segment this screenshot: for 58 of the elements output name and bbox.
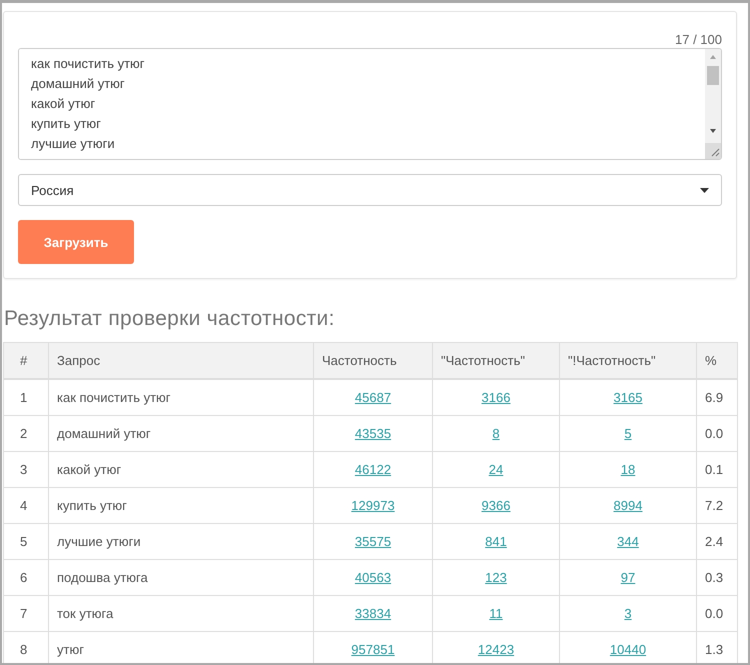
frequency-link[interactable]: 5	[624, 426, 632, 441]
frequency-link[interactable]: 957851	[351, 642, 395, 657]
table-cell: какой утюг	[48, 452, 314, 488]
table-cell: 4	[4, 488, 48, 524]
submit-button[interactable]: Загрузить	[18, 220, 134, 264]
frequency-link[interactable]: 3165	[614, 390, 642, 405]
frequency-link[interactable]: 12423	[478, 642, 514, 657]
frequency-link[interactable]: 97	[620, 570, 636, 585]
frequency-link[interactable]: 35575	[354, 534, 392, 549]
table-cell: 0.1	[696, 452, 738, 488]
frequency-link[interactable]: 24	[488, 462, 504, 477]
table-cell: 8	[4, 632, 48, 663]
column-header: "Частотность"	[432, 342, 560, 379]
frequency-link[interactable]: 43535	[354, 426, 392, 441]
table-cell: как почистить утюг	[48, 379, 314, 416]
table-cell: 3	[4, 452, 48, 488]
frequency-link[interactable]: 129973	[351, 498, 395, 513]
column-header: "!Частотность"	[560, 342, 696, 379]
column-header: Частотность	[314, 342, 432, 379]
frequency-link[interactable]: 40563	[354, 570, 392, 585]
frequency-link[interactable]: 9366	[482, 498, 510, 513]
region-select[interactable]: Россия	[18, 174, 722, 206]
table-cell: 0.3	[696, 560, 738, 596]
frequency-link[interactable]: 3	[624, 606, 632, 621]
frequency-link[interactable]: 45687	[354, 390, 392, 405]
scrollbar[interactable]	[705, 49, 721, 159]
frequency-link[interactable]: 344	[617, 534, 639, 549]
caret-icon	[700, 188, 709, 192]
results-heading: Результат проверки частотности:	[4, 307, 336, 331]
table-cell: 7.2	[696, 488, 738, 524]
frequency-link[interactable]: 46122	[354, 462, 392, 477]
frequency-link[interactable]: 3166	[482, 390, 510, 405]
frequency-link[interactable]: 8994	[614, 498, 642, 513]
table-cell: ток утюга	[48, 596, 314, 632]
table-cell: купить утюг	[48, 488, 314, 524]
table-cell: подошва утюга	[48, 560, 314, 596]
frequency-link[interactable]: 11	[489, 606, 503, 621]
table-cell: домашний утюг	[48, 416, 314, 452]
table-cell: 6	[4, 560, 48, 596]
frequency-link[interactable]: 10440	[610, 642, 646, 657]
table-cell: 0.0	[696, 416, 738, 452]
column-header: #	[4, 342, 48, 379]
table-cell: 0.0	[696, 596, 738, 632]
table-cell: 7	[4, 596, 48, 632]
table-cell: 5	[4, 524, 48, 560]
column-header: %	[696, 342, 738, 379]
frequency-link[interactable]: 18	[620, 462, 636, 477]
frequency-link[interactable]: 8	[492, 426, 500, 441]
table-cell: 6.9	[696, 379, 738, 416]
frequency-link[interactable]: 123	[485, 570, 507, 585]
column-header: Запрос	[48, 342, 314, 379]
table-cell: 1	[4, 379, 48, 416]
table-cell: лучшие утюги	[48, 524, 314, 560]
character-counter: 17 / 100	[675, 32, 722, 48]
table-cell: 2	[4, 416, 48, 452]
frequency-link[interactable]: 33834	[354, 606, 392, 621]
table-cell: 2.4	[696, 524, 738, 560]
frequency-link[interactable]: 841	[485, 534, 507, 549]
